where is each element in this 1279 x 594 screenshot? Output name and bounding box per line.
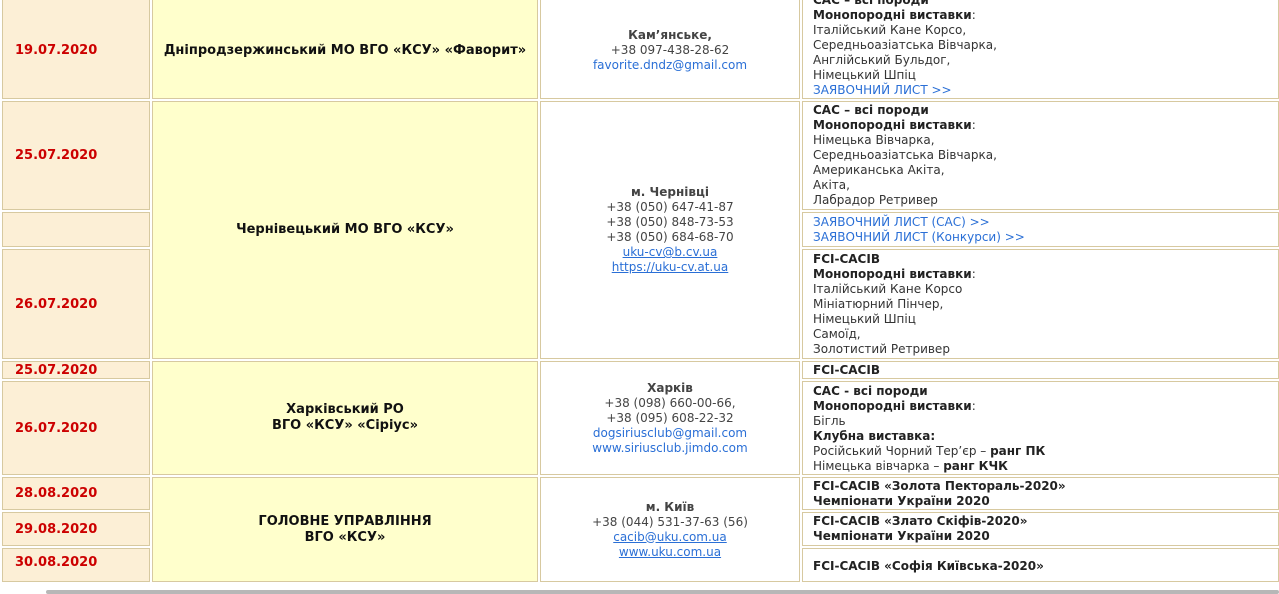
contact-cell: м. Київ +38 (044) 531-37-63 (56) cacib@u…	[540, 477, 800, 582]
show-type: FCI-CACIB	[813, 251, 880, 266]
contact-website-link[interactable]: www.uku.com.ua	[541, 545, 799, 560]
date-cell: 29.08.2020	[2, 512, 150, 546]
contact-cell: м. Чернівці +38 (050) 647-41-87 +38 (050…	[540, 101, 800, 359]
club-show-label: Клубна виставка:	[813, 429, 936, 443]
club-breed: Російський Чорний Тер’єр –	[813, 444, 991, 458]
contact-city: м. Київ	[645, 499, 695, 514]
date-cell: 25.07.2020	[2, 361, 150, 379]
contact-phone: +38 (050) 848-73-53	[606, 215, 734, 229]
application-form-link[interactable]: ЗАЯВОЧНИЙ ЛИСТ >>	[813, 83, 1272, 98]
show-info-cell: FCI-CACIB «Золота Пектораль-2020» Чемпіо…	[802, 477, 1279, 510]
organizer-name-line: ГОЛОВНЕ УПРАВЛІННЯ	[258, 513, 432, 529]
organizer-cell: ГОЛОВНЕ УПРАВЛІННЯ ВГО «КСУ»	[152, 477, 538, 582]
table-row: 19.07.2020 Дніпродзержинський МО ВГО «КС…	[2, 0, 1279, 99]
breed-item: Акіта,	[813, 178, 850, 192]
contact-city: м. Чернівці	[631, 185, 709, 199]
contact-city: Харків	[647, 380, 693, 395]
contact-email-link[interactable]: favorite.dndz@gmail.com	[541, 58, 799, 73]
colon: :	[971, 8, 976, 22]
show-title: FCI-CACIB «Золота Пектораль-2020»	[813, 478, 1066, 493]
show-title: FCI-CACIB «Злато Скіфів-2020»	[813, 514, 1028, 528]
breed-item: Італійський Кане Корсо,	[813, 23, 967, 37]
contact-website-link[interactable]: www.siriusclub.jimdo.com	[541, 441, 799, 456]
show-info-cell: FCI-CACIB Монопородні виставки: Італійсь…	[802, 249, 1279, 359]
contact-website-link[interactable]: https://uku-cv.at.ua	[541, 260, 799, 275]
show-title: FCI-CACIB «Софія Київська-2020»	[813, 559, 1044, 573]
mono-label: Монопородні виставки	[813, 399, 972, 413]
application-form-cas-link[interactable]: ЗАЯВОЧНИЙ ЛИСТ (САС) >>	[813, 215, 1272, 230]
organizer-name-line: ВГО «КСУ» «Сіріус»	[271, 418, 418, 433]
date-cell: 25.07.2020	[2, 101, 150, 210]
breed-item: Мініатюрний Пінчер,	[813, 296, 944, 311]
show-type: САС – всі породи	[813, 103, 929, 117]
colon: :	[971, 266, 976, 281]
breed-item: Американська Акіта,	[813, 163, 945, 177]
table-row: 25.07.2020 Чернівецький МО ВГО «КСУ» м. …	[2, 101, 1279, 359]
date-cell: 26.07.2020	[2, 249, 150, 359]
breed-item: Італійський Кане Корсо	[813, 281, 963, 296]
organizer-cell: Харківський РО ВГО «КСУ» «Сіріус»	[152, 361, 538, 475]
breed-item: Лабрадор Ретривер	[813, 193, 938, 207]
contact-phone: +38 (095) 608-22-32	[606, 410, 734, 425]
mono-label: Монопородні виставки	[813, 266, 972, 281]
application-links-cell: ЗАЯВОЧНИЙ ЛИСТ (САС) >> ЗАЯВОЧНИЙ ЛИСТ (…	[802, 212, 1279, 247]
show-subtitle: Чемпіонати України 2020	[813, 493, 990, 508]
breed-item: Самоїд,	[813, 326, 861, 341]
horizontal-scrollbar[interactable]	[46, 590, 1279, 594]
mono-label: Монопородні виставки	[813, 8, 972, 22]
show-info-cell: FCI-CACIB «Софія Київська-2020»	[802, 548, 1279, 582]
date-cell: 30.08.2020	[2, 548, 150, 582]
date-cell-empty	[2, 212, 150, 247]
organizer-cell: Дніпродзержинський МО ВГО «КСУ» «Фаворит…	[152, 0, 538, 99]
contact-phone: +38 097-438-28-62	[610, 43, 730, 57]
show-type: FCI-CACIB	[813, 362, 880, 377]
show-info-cell: FCI-CACIB	[802, 361, 1279, 379]
colon: :	[971, 118, 976, 132]
contact-cell: Харків +38 (098) 660-00-66, +38 (095) 60…	[540, 361, 800, 475]
organizer-cell: Чернівецький МО ВГО «КСУ»	[152, 101, 538, 359]
show-info-cell: САС – всі породи Монопородні виставки: І…	[802, 0, 1279, 99]
organizer-name-line: Харківський РО	[286, 402, 404, 417]
contact-phone: +38 (050) 647-41-87	[606, 200, 734, 214]
show-info-cell: FCI-CACIB «Злато Скіфів-2020» Чемпіонати…	[802, 512, 1279, 546]
show-schedule-table: 19.07.2020 Дніпродзержинський МО ВГО «КС…	[0, 0, 1279, 584]
show-info-cell: САС - всі породи Монопородні виставки: Б…	[802, 381, 1279, 475]
club-rank: ранг ПК	[990, 444, 1046, 458]
contact-cell: Кам’янське, +38 097-438-28-62 favorite.d…	[540, 0, 800, 99]
breed-item: Англійський Бульдог,	[813, 53, 951, 67]
contact-city: Кам’янське,	[628, 28, 712, 42]
contact-email-link[interactable]: uku-cv@b.cv.ua	[541, 245, 799, 260]
breed-item: Німецька Вівчарка,	[813, 133, 935, 147]
date-cell: 26.07.2020	[2, 381, 150, 475]
contact-email-link[interactable]: cacib@uku.com.ua	[541, 530, 799, 545]
club-rank: ранг КЧК	[943, 459, 1008, 473]
show-type: САС – всі породи	[813, 0, 929, 7]
show-subtitle: Чемпіонати України 2020	[813, 529, 990, 543]
colon: :	[971, 399, 976, 413]
contact-phone: +38 (044) 531-37-63 (56)	[592, 514, 748, 529]
table-row: 25.07.2020 Харківський РО ВГО «КСУ» «Сір…	[2, 361, 1279, 475]
mono-label: Монопородні виставки	[813, 118, 972, 132]
contact-phone: +38 (050) 684-68-70	[606, 230, 734, 244]
show-type: САС - всі породи	[813, 384, 928, 398]
contact-phone: +38 (098) 660-00-66,	[604, 395, 736, 410]
breed-item: Середньоазіатська Вівчарка,	[813, 38, 997, 52]
show-info-cell: САС – всі породи Монопородні виставки: Н…	[802, 101, 1279, 210]
breed-item: Золотистий Ретривер	[813, 341, 950, 356]
club-breed: Німецька вівчарка –	[813, 459, 944, 473]
date-cell: 19.07.2020	[2, 0, 150, 99]
breed-item: Середньоазіатська Вівчарка,	[813, 148, 997, 162]
breed-item: Бігль	[813, 414, 846, 428]
breed-item: Німецький Шпіц	[813, 68, 916, 82]
contact-email-link[interactable]: dogsiriusclub@gmail.com	[541, 426, 799, 441]
date-cell: 28.08.2020	[2, 477, 150, 510]
breed-item: Німецький Шпіц	[813, 311, 916, 326]
application-form-contests-link[interactable]: ЗАЯВОЧНИЙ ЛИСТ (Конкурси) >>	[813, 230, 1272, 245]
organizer-name-line: ВГО «КСУ»	[304, 529, 386, 545]
table-row: 28.08.2020 ГОЛОВНЕ УПРАВЛІННЯ ВГО «КСУ» …	[2, 477, 1279, 582]
